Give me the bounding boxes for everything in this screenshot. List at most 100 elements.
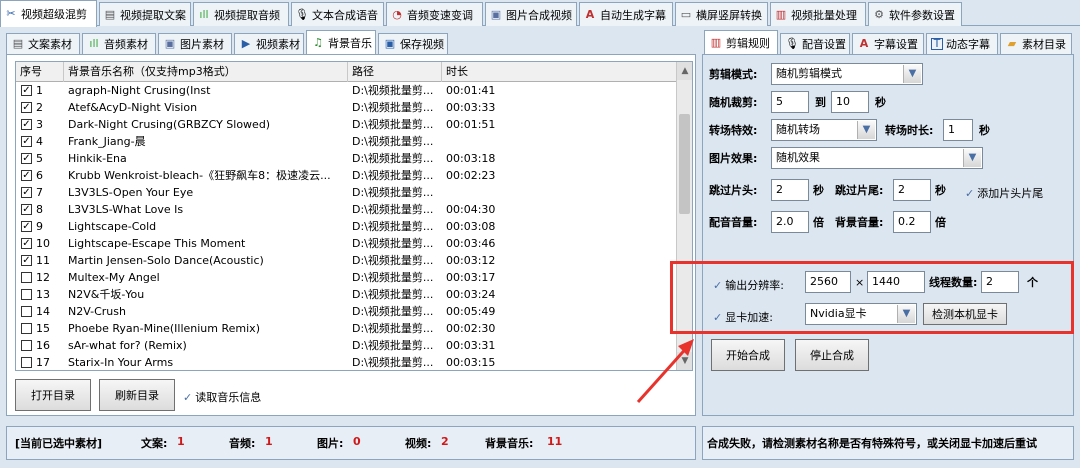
row-index: 12 (36, 271, 50, 284)
edit-mode-select[interactable]: 随机剪辑模式 ▼ (771, 63, 923, 85)
tab-extract-audio[interactable]: ıll 视频提取音频 (193, 2, 289, 26)
row-checkbox[interactable]: ✓ (21, 153, 32, 164)
dropdown-arrow-icon[interactable]: ▼ (963, 149, 981, 167)
table-row[interactable]: ✓ 8 L3V3LS-What Love Is D:\视频批量剪... 00:04:30 (16, 201, 676, 218)
header-music-name[interactable]: 背景音乐名称（仅支持mp3格式） (64, 62, 348, 82)
tab-batch-process[interactable]: ▥ 视频批量处理 (770, 2, 866, 26)
table-row[interactable]: ✓ 3 Dark-Night Crusing(GRBZCY Slowed) D:\视频… (16, 116, 676, 133)
table-row[interactable]: ✓ 1 agraph-Night Crusing(Inst D:\视频批量剪... 00… (16, 82, 676, 99)
tab-dynamic-subtitle[interactable]: T 动态字幕 (926, 33, 998, 54)
crop-from-input[interactable]: 5 (771, 91, 809, 113)
transition-effect-select[interactable]: 随机转场 ▼ (771, 119, 877, 141)
row-checkbox[interactable] (21, 323, 32, 334)
open-directory-button[interactable]: 打开目录 (15, 379, 91, 411)
scroll-up-arrow-icon[interactable]: ▲ (677, 62, 692, 80)
tab-voice-settings[interactable]: 🎙 配音设置 (780, 33, 850, 54)
row-checkbox[interactable]: ✓ (21, 170, 32, 181)
dropdown-arrow-icon[interactable]: ▼ (857, 121, 875, 139)
table-row[interactable]: 17 Starix-In Your Arms D:\视频批量剪... 00:03:15 (16, 354, 676, 370)
row-checkbox[interactable]: ✓ (21, 238, 32, 249)
tab-orientation-convert[interactable]: ▭ 横屏竖屏转换 (675, 2, 768, 26)
tab-edit-rules[interactable]: ▥ 剪辑规则 (704, 30, 778, 55)
row-duration: 00:03:33 (446, 101, 496, 114)
table-row[interactable]: ✓ 4 Frank_Jiang-晨 D:\视频批量剪... (16, 133, 676, 150)
table-row[interactable]: 16 sAr-what for? (Remix) D:\视频批量剪... 00:03:… (16, 337, 676, 354)
tab-auto-subtitle[interactable]: A 自动生成字幕 (579, 2, 673, 26)
table-row[interactable]: ✓ 2 Atef&AcyD-Night Vision D:\视频批量剪... 00:03… (16, 99, 676, 116)
tab-software-settings[interactable]: ⚙ 软件参数设置 (868, 2, 962, 26)
table-row[interactable]: 13 N2V&千坂-You D:\视频批量剪... 00:03:24 (16, 286, 676, 303)
transition-duration-input[interactable]: 1 (943, 119, 973, 141)
tab-text-to-speech[interactable]: 🎙 文本合成语音 (291, 2, 384, 26)
table-row[interactable]: 15 Phoebe Ryan-Mine(Illenium Remix) D:\视频批… (16, 320, 676, 337)
table-row[interactable]: ✓ 11 Martin Jensen-Solo Dance(Acoustic) D:\… (16, 252, 676, 269)
skip-head-input[interactable]: 2 (771, 179, 809, 201)
row-checkbox[interactable]: ✓ (21, 119, 32, 130)
row-checkbox[interactable]: ✓ (21, 187, 32, 198)
row-duration: 00:03:46 (446, 237, 496, 250)
row-index: 6 (36, 169, 43, 182)
refresh-directory-button[interactable]: 刷新目录 (99, 379, 175, 411)
tab-material-directory[interactable]: ▰ 素材目录 (1000, 33, 1072, 54)
row-checkbox[interactable]: ✓ (21, 255, 32, 266)
row-duration: 00:03:08 (446, 220, 496, 233)
row-path: D:\视频批量剪... (352, 186, 434, 199)
tab-text-material[interactable]: ▤ 文案素材 (6, 33, 80, 54)
row-checkbox[interactable]: ✓ (21, 221, 32, 232)
table-row[interactable]: 14 N2V-Crush D:\视频批量剪... 00:05:49 (16, 303, 676, 320)
table-row[interactable]: ✓ 10 Lightscape-Escape This Moment D:\视频批量剪… (16, 235, 676, 252)
row-checkbox[interactable]: ✓ (21, 102, 32, 113)
skip-tail-input[interactable]: 2 (893, 179, 931, 201)
table-row[interactable]: ✓ 5 Hinkik-Ena D:\视频批量剪... 00:03:18 (16, 150, 676, 167)
image-effect-select[interactable]: 随机效果 ▼ (771, 147, 983, 169)
row-duration: 00:03:12 (446, 254, 496, 267)
scroll-thumb[interactable] (679, 114, 690, 214)
row-duration: 00:01:41 (446, 84, 496, 97)
row-checkbox[interactable]: ✓ (21, 85, 32, 96)
dropdown-arrow-icon[interactable]: ▼ (903, 65, 921, 83)
tab-image-material[interactable]: ▣ 图片素材 (158, 33, 232, 54)
row-checkbox[interactable] (21, 340, 32, 351)
tab-audio-material[interactable]: ıll 音频素材 (82, 33, 156, 54)
tab-save-video[interactable]: ▣ 保存视频 (378, 33, 448, 54)
row-checkbox[interactable] (21, 357, 32, 368)
start-compose-button[interactable]: 开始合成 (711, 339, 785, 371)
row-path: D:\视频批量剪... (352, 118, 434, 131)
save-icon: ▣ (384, 37, 396, 50)
row-checkbox[interactable] (21, 306, 32, 317)
tab-audio-speed[interactable]: ◔ 音频变速变调 (386, 2, 483, 26)
add-head-tail-checkbox[interactable]: ✓ 添加片头片尾 (965, 185, 1043, 201)
play-icon: ▶ (241, 37, 251, 50)
tab-video-mix[interactable]: ✂ 视频超级混剪 (0, 0, 97, 27)
selected-material-status-bar: [当前已选中素材] 文案: 1 音频: 1 图片: 0 视频: 2 背景音乐: … (6, 426, 696, 460)
header-index[interactable]: 序号 (16, 62, 64, 82)
tab-video-material[interactable]: ▶ 视频素材 (234, 33, 304, 54)
tab-extract-text[interactable]: ▤ 视频提取文案 (99, 2, 191, 26)
header-duration[interactable]: 时长 (442, 62, 676, 82)
table-row[interactable]: ✓ 6 Krubb Wenkroist-bleach-《狂野飙车8：极速凌云... D… (16, 167, 676, 184)
header-path[interactable]: 路径 (348, 62, 442, 82)
audio-count-value: 1 (265, 435, 273, 448)
scissors-icon: ✂ (6, 7, 16, 20)
tab-subtitle-settings[interactable]: A 字幕设置 (852, 33, 924, 54)
stop-compose-button[interactable]: 停止合成 (795, 339, 869, 371)
row-path: D:\视频批量剪... (352, 237, 434, 250)
bg-volume-input[interactable]: 0.2 (893, 211, 931, 233)
table-row[interactable]: 12 Multex-My Angel D:\视频批量剪... 00:03:17 (16, 269, 676, 286)
row-music-name: Starix-In Your Arms (68, 356, 174, 369)
tab-background-music[interactable]: ♫ 背景音乐 (306, 30, 376, 55)
row-checkbox[interactable]: ✓ (21, 204, 32, 215)
voice-volume-input[interactable]: 2.0 (771, 211, 809, 233)
row-path: D:\视频批量剪... (352, 203, 434, 216)
read-music-info-checkbox[interactable]: ✓ 读取音乐信息 (183, 389, 261, 405)
tab-image-to-video[interactable]: ▣ 图片合成视频 (485, 2, 577, 26)
row-path: D:\视频批量剪... (352, 101, 434, 114)
scroll-down-arrow-icon[interactable]: ▼ (677, 352, 692, 370)
table-row[interactable]: ✓ 7 L3V3LS-Open Your Eye D:\视频批量剪... (16, 184, 676, 201)
row-checkbox[interactable] (21, 289, 32, 300)
row-checkbox[interactable] (21, 272, 32, 283)
video-count-label: 视频: (405, 437, 432, 450)
table-row[interactable]: ✓ 9 Lightscape-Cold D:\视频批量剪... 00:03:08 (16, 218, 676, 235)
crop-to-input[interactable]: 10 (831, 91, 869, 113)
row-checkbox[interactable]: ✓ (21, 136, 32, 147)
